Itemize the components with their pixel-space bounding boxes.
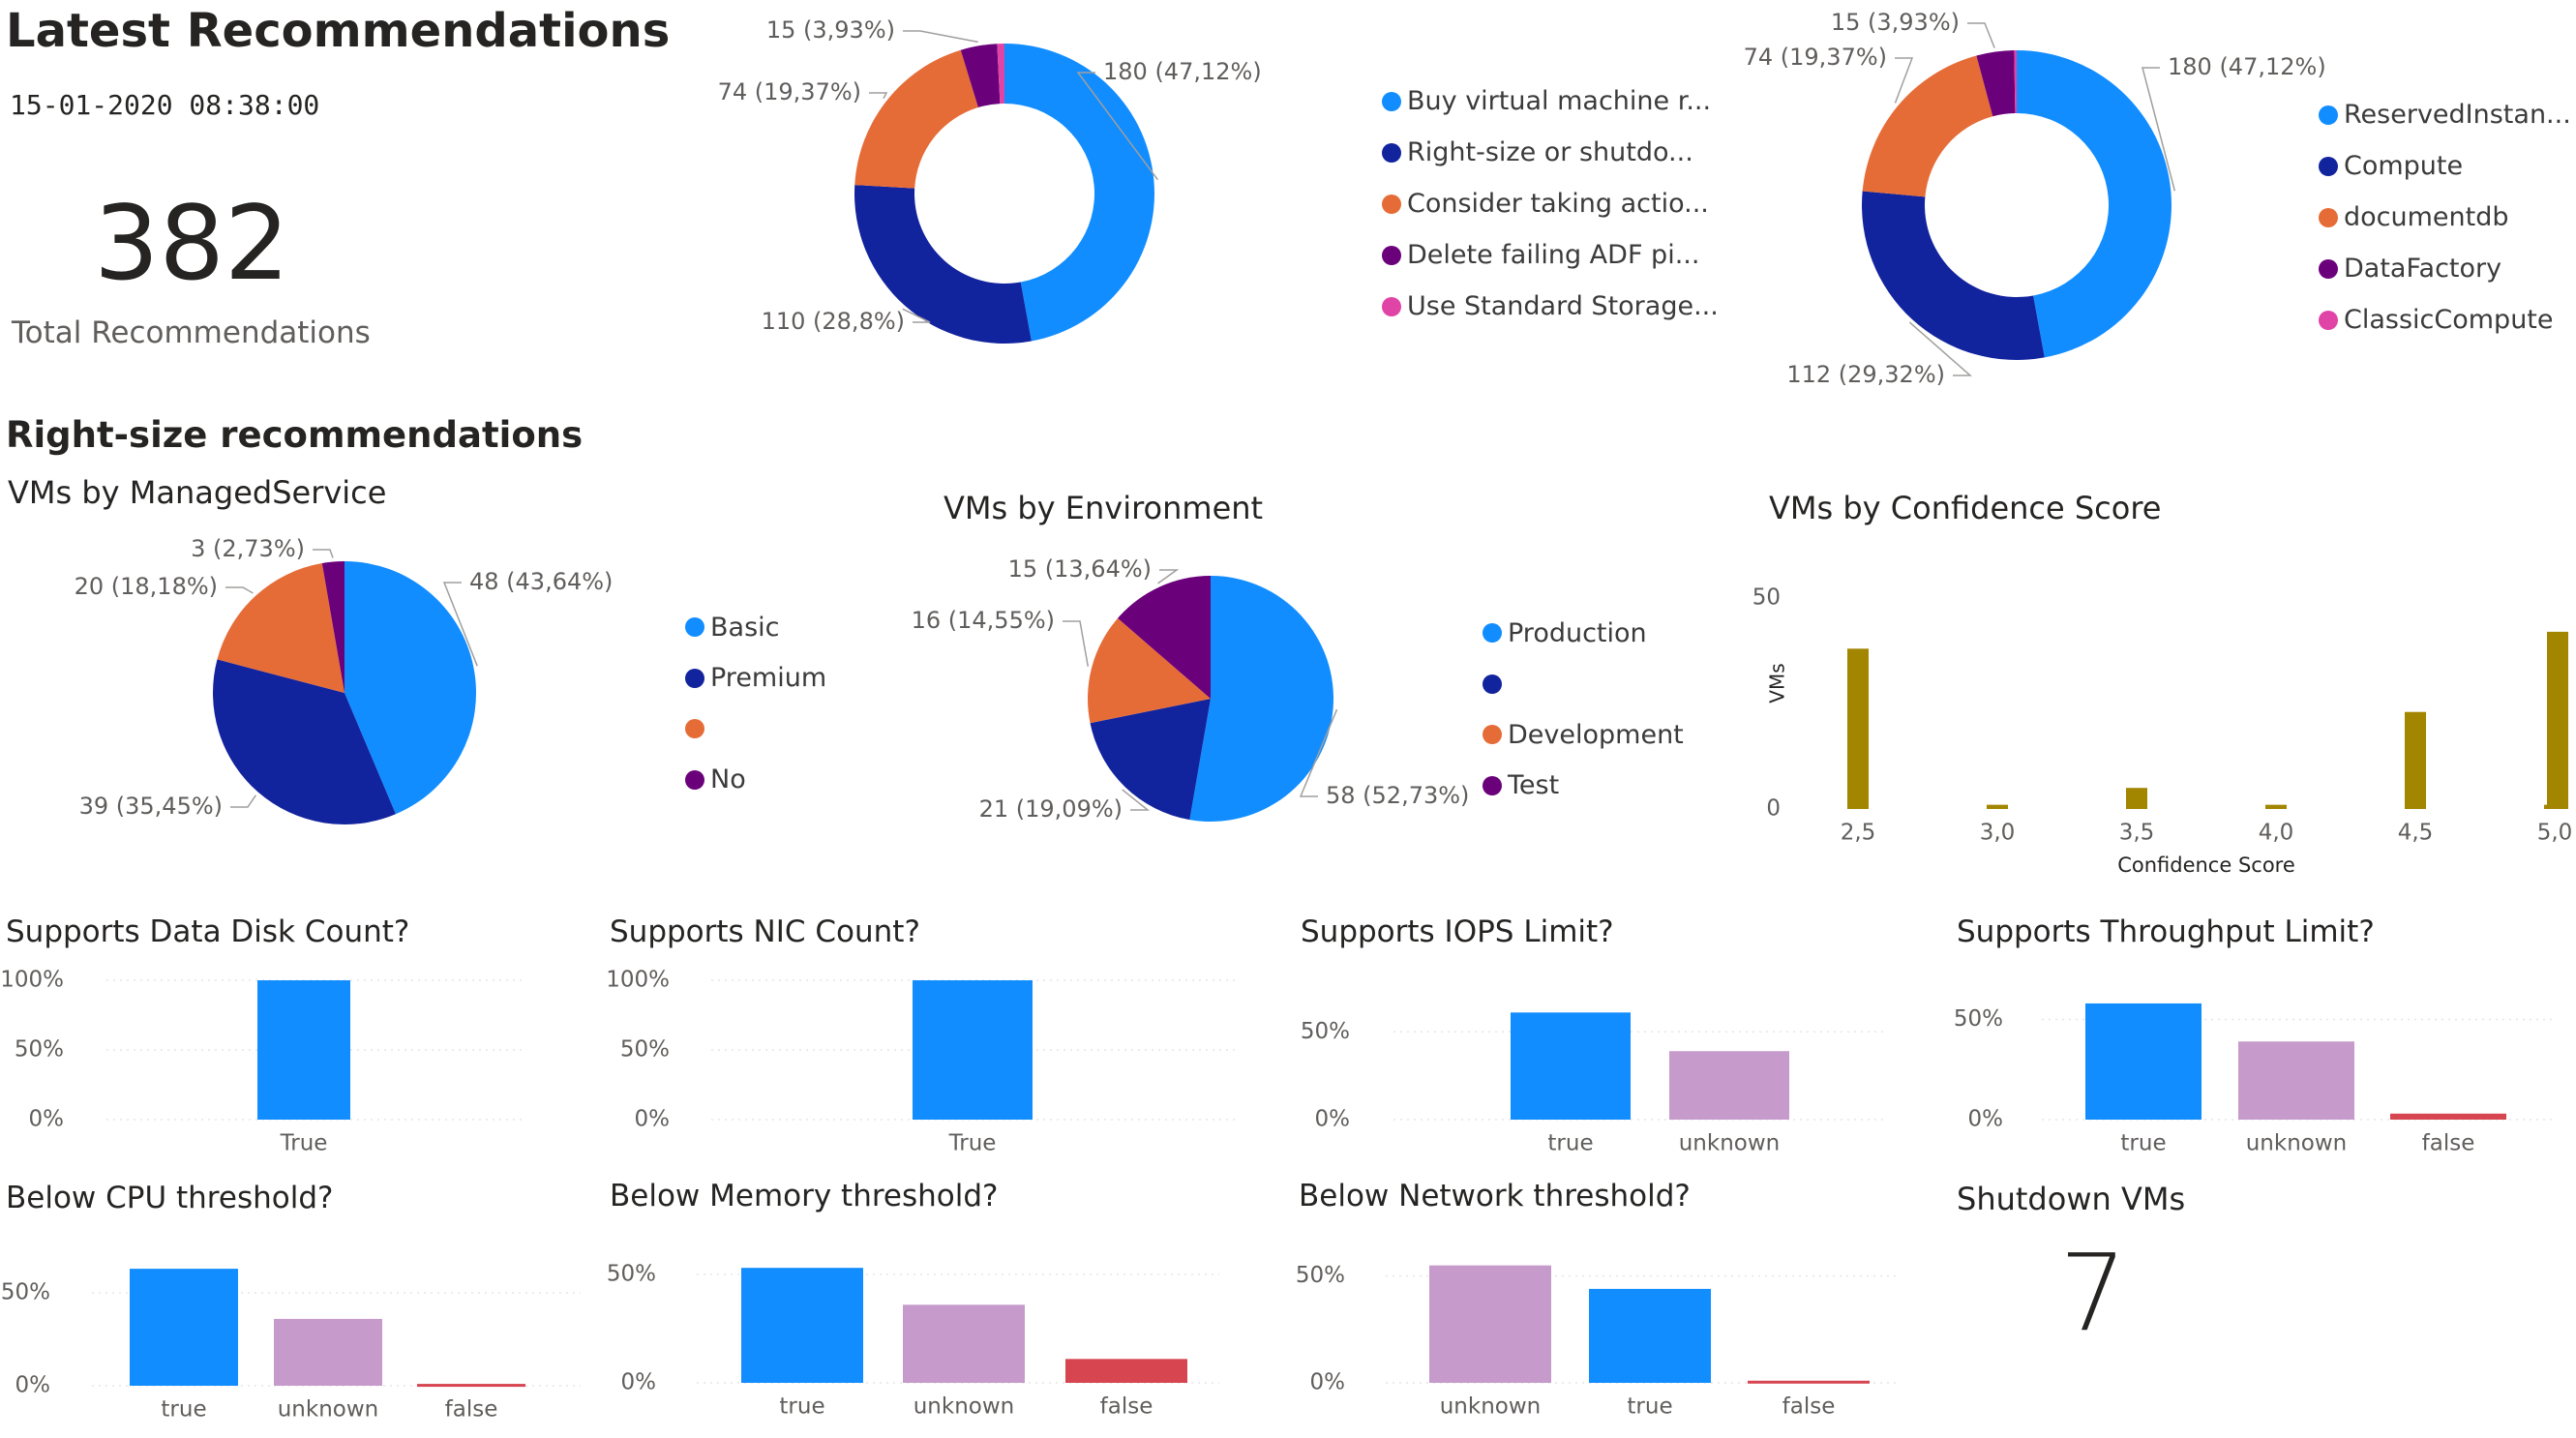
- supports-iops-x-tick-1: unknown: [1679, 1131, 1781, 1156]
- supports-throughput-bar-0: [2085, 1003, 2202, 1120]
- vms-by-managed-service-data-label-2: 20 (18,18%): [75, 573, 218, 600]
- below-cpu-bar-2: [417, 1384, 525, 1388]
- supports-data-disk-y-tick-2: 0%: [29, 1107, 65, 1132]
- vms-by-managed-service-data-label-1: 39 (35,45%): [79, 793, 223, 820]
- below-memory-x-tick-2: false: [1100, 1394, 1153, 1420]
- below-cpu-bar-1: [274, 1318, 382, 1386]
- recs-by-type-data-label-1: 110 (28,8%): [762, 308, 905, 335]
- vms-by-managed-service-leader-3: [313, 549, 334, 558]
- supports-throughput-bar-1: [2238, 1041, 2354, 1120]
- vms-by-confidence-bar-0: [1847, 648, 1869, 809]
- vms-by-confidence-x-tick-2: 3,5: [2119, 821, 2155, 846]
- vms-by-confidence-y-axis-label: VMs: [1766, 663, 1789, 703]
- vms-by-environment-slice-0: [1189, 576, 1333, 822]
- below-network-bar-1: [1589, 1288, 1711, 1383]
- vms-by-confidence-x-tick-5: 5,0: [2537, 821, 2573, 846]
- below-memory-x-tick-1: unknown: [914, 1394, 1015, 1420]
- vms-by-confidence-y-tick-0: 0: [1766, 796, 1781, 822]
- supports-throughput-x-tick-2: false: [2422, 1131, 2475, 1156]
- below-cpu-x-tick-2: false: [445, 1397, 498, 1423]
- below-cpu-y-tick-0: 50%: [1, 1280, 50, 1305]
- supports-iops-bar-1: [1669, 1051, 1789, 1120]
- vms-by-confidence-x-axis-label: Confidence Score: [2117, 854, 2295, 877]
- recs-by-category-data-label-0: 180 (47,12%): [2168, 53, 2326, 80]
- below-cpu-x-tick-0: true: [161, 1397, 206, 1423]
- recs-by-type-data-label-3: 15 (3,93%): [766, 16, 895, 44]
- supports-data-disk-y-tick-0: 100%: [0, 968, 64, 993]
- vms-by-confidence-x-tick-0: 2,5: [1841, 821, 1876, 846]
- below-memory-bar-1: [903, 1304, 1025, 1383]
- supports-throughput-x-tick-0: true: [2120, 1131, 2166, 1156]
- vms-by-confidence-x-tick-1: 3,0: [1980, 821, 2016, 846]
- below-network-y-tick-0: 50%: [1296, 1263, 1345, 1288]
- below-memory-bar-0: [741, 1268, 863, 1383]
- recs-by-category-data-label-3: 15 (3,93%): [1831, 9, 1960, 36]
- recs-by-category-slice-0: [2017, 50, 2172, 358]
- below-memory-bar-2: [1065, 1359, 1187, 1383]
- recs-by-category-leader-3: [1967, 22, 1995, 48]
- supports-data-disk-x-tick-0: True: [280, 1131, 328, 1156]
- supports-nic-y-tick-2: 0%: [635, 1107, 671, 1132]
- vms-by-confidence-bar-1: [1987, 804, 2008, 809]
- below-memory-y-tick-1: 0%: [621, 1370, 657, 1395]
- recs-by-category-slice-2: [1862, 55, 1993, 197]
- supports-iops-bar-0: [1511, 1012, 1631, 1120]
- below-network-x-tick-2: false: [1782, 1394, 1836, 1420]
- recs-by-type-leader-3: [903, 30, 978, 44]
- below-memory-y-tick-0: 50%: [607, 1261, 656, 1286]
- supports-iops-y-tick-0: 50%: [1301, 1019, 1350, 1044]
- below-network-x-tick-1: true: [1627, 1394, 1672, 1420]
- vms-by-confidence-bar-3: [2265, 804, 2287, 809]
- recs-by-type-slice-2: [854, 49, 978, 189]
- charts-canvas: 180 (47,12%) 110 (28,8%) 74 (19,37%) 15 (3,…: [0, 9, 2573, 1423]
- recs-by-category-data-label-2: 74 (19,37%): [1744, 44, 1887, 71]
- supports-iops-y-tick-1: 0%: [1315, 1107, 1351, 1132]
- supports-throughput-bar-2: [2390, 1113, 2506, 1120]
- vms-by-environment-data-label-1: 21 (19,09%): [979, 795, 1123, 823]
- recs-by-type-leader-2: [869, 92, 888, 100]
- supports-throughput-y-tick-1: 0%: [1968, 1107, 2004, 1132]
- supports-throughput-x-tick-1: unknown: [2246, 1131, 2348, 1156]
- vms-by-confidence-bar-4: [2405, 711, 2426, 809]
- supports-throughput-y-tick-0: 50%: [1954, 1006, 2003, 1032]
- below-cpu-bar-0: [130, 1269, 238, 1386]
- vms-by-managed-service-data-label-0: 48 (43,64%): [469, 568, 613, 595]
- recs-by-category-data-label-1: 112 (29,32%): [1786, 361, 1945, 388]
- below-cpu-x-tick-1: unknown: [278, 1397, 379, 1423]
- below-network-bar-2: [1748, 1380, 1870, 1384]
- supports-nic-y-tick-1: 50%: [620, 1037, 670, 1063]
- supports-iops-x-tick-0: true: [1547, 1131, 1593, 1156]
- below-network-x-tick-0: unknown: [1440, 1394, 1542, 1420]
- vms-by-confidence-y-tick-50: 50: [1752, 585, 1781, 611]
- vms-by-managed-service-leader-1: [230, 794, 256, 808]
- vms-by-confidence-bar-extra: [2547, 631, 2568, 809]
- supports-nic-bar-0: [913, 980, 1033, 1120]
- supports-nic-x-tick-0: True: [948, 1131, 997, 1156]
- supports-data-disk-y-tick-1: 50%: [15, 1037, 64, 1063]
- vms-by-managed-service-leader-2: [225, 586, 254, 594]
- below-memory-x-tick-0: true: [779, 1394, 824, 1420]
- recs-by-type-slice-0: [1004, 44, 1154, 342]
- vms-by-confidence-bar-2: [2126, 788, 2147, 809]
- below-network-y-tick-1: 0%: [1310, 1370, 1346, 1395]
- vms-by-environment-leader-2: [1063, 620, 1090, 667]
- supports-data-disk-bar-0: [257, 980, 350, 1120]
- vms-by-confidence-x-tick-4: 4,5: [2398, 821, 2434, 846]
- supports-nic-y-tick-0: 100%: [606, 968, 670, 993]
- vms-by-managed-service-data-label-3: 3 (2,73%): [191, 535, 305, 562]
- below-cpu-y-tick-1: 0%: [15, 1373, 51, 1398]
- vms-by-confidence-x-tick-3: 4,0: [2259, 821, 2294, 846]
- vms-by-environment-leader-3: [1157, 569, 1180, 584]
- recs-by-category-slice-1: [1861, 191, 2045, 360]
- recs-by-type-data-label-2: 74 (19,37%): [718, 78, 861, 105]
- vms-by-environment-data-label-3: 15 (13,64%): [1008, 555, 1152, 583]
- vms-by-environment-data-label-2: 16 (14,55%): [912, 607, 1055, 634]
- below-network-bar-0: [1429, 1265, 1551, 1383]
- recs-by-type-data-label-0: 180 (47,12%): [1103, 58, 1262, 85]
- vms-by-environment-data-label-0: 58 (52,73%): [1326, 782, 1469, 809]
